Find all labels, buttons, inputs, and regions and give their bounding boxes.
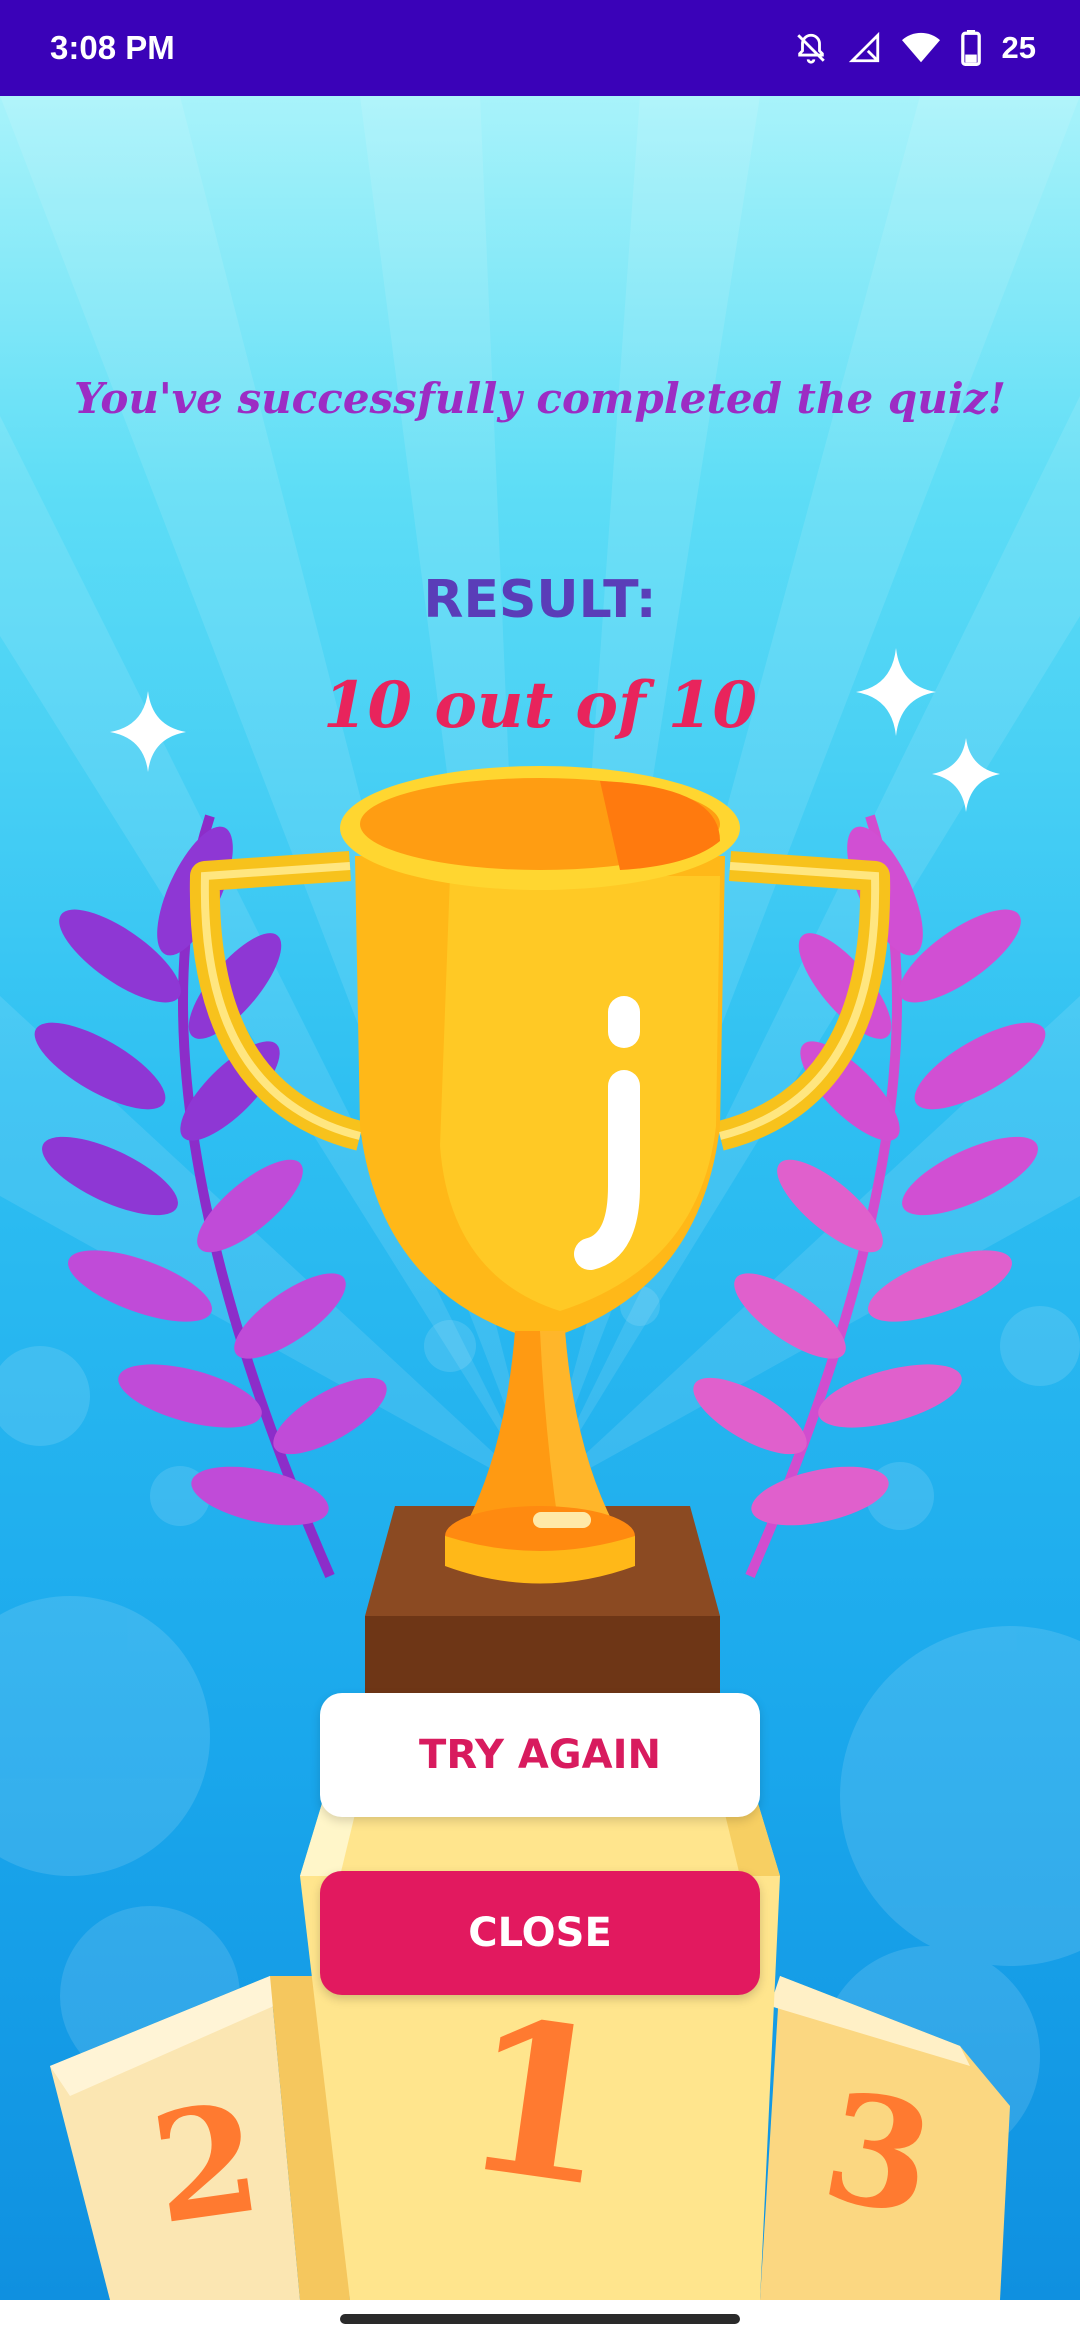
status-icons: 25 <box>794 30 1036 66</box>
battery-level: 25 <box>1001 30 1036 65</box>
result-label: RESULT: <box>423 570 657 630</box>
wifi-icon <box>901 31 940 65</box>
status-bar: 3:08 PM 25 <box>0 0 1080 96</box>
quiz-result-screen: 1 2 3 You've successfully completed the … <box>0 96 1080 2300</box>
battery-icon <box>960 30 982 66</box>
completion-message: You've successfully completed the quiz! <box>74 374 1006 423</box>
close-button[interactable]: CLOSE <box>320 1871 760 1995</box>
try-again-button[interactable]: TRY AGAIN <box>320 1693 760 1817</box>
bell-off-icon <box>794 31 828 65</box>
signal-icon <box>848 31 882 65</box>
result-score: 10 out of 10 <box>323 668 757 743</box>
navigation-bar <box>0 2300 1080 2340</box>
status-time: 3:08 PM <box>50 29 175 66</box>
home-gesture-handle[interactable] <box>340 2314 740 2324</box>
trophy-illustration <box>189 766 891 1584</box>
